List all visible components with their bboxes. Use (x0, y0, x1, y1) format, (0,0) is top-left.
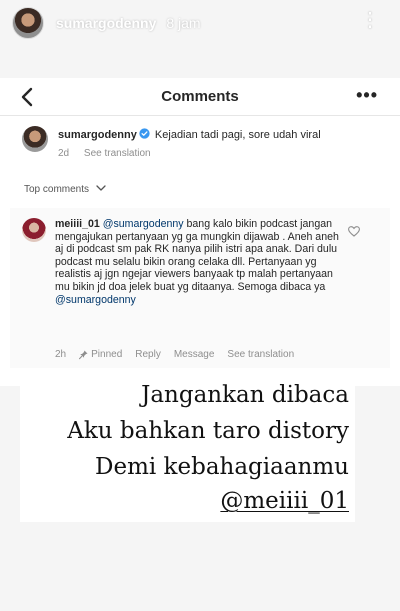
message-button[interactable]: Message (174, 349, 215, 360)
comment-username[interactable]: meiiii_01 (55, 218, 100, 230)
story-more-icon[interactable]: ⋮ (360, 10, 380, 30)
post-caption: sumargodenny Kejadian tadi pagi, sore ud… (22, 126, 382, 170)
avatar[interactable] (22, 126, 48, 152)
caption-meta: 2d See translation (58, 148, 163, 159)
heart-outline-icon[interactable] (348, 226, 360, 237)
ellipsis-icon[interactable]: ••• (356, 85, 378, 106)
avatar[interactable] (22, 218, 46, 242)
comment-meta: 2h Pinned Reply Message See translation (55, 349, 307, 360)
overlay-line-2: Aku bahkan taro distory (67, 418, 349, 444)
see-translation-link[interactable]: See translation (84, 148, 151, 159)
comment-age: 2h (55, 349, 67, 360)
overlay-mention[interactable]: @meiiii_01 (220, 488, 349, 514)
verified-badge-icon (139, 128, 150, 139)
caption-age: 2d (58, 148, 70, 159)
reply-button[interactable]: Reply (135, 349, 161, 360)
caption-username[interactable]: sumargodenny (58, 129, 137, 141)
story-header: sumargodenny 8 jam ⋮ (0, 0, 400, 46)
caption-text-row: sumargodenny Kejadian tadi pagi, sore ud… (58, 128, 378, 142)
comment-mention[interactable]: @sumargodenny (103, 218, 184, 230)
caption-text: Kejadian tadi pagi, sore udah viral (154, 129, 321, 141)
comment-mention-end[interactable]: @sumargodenny (55, 294, 136, 306)
comments-screenshot: Comments ••• sumargodenny Kejadian tadi … (0, 78, 400, 386)
pinned-label: Pinned (91, 349, 123, 360)
pin-icon (79, 350, 88, 359)
pinned-comment: meiiii_01 @sumargodenny bang kalo bikin … (10, 208, 390, 368)
story-text-overlay: Jangankan dibaca Aku bahkan taro distory… (20, 380, 355, 522)
page-title: Comments (161, 88, 239, 105)
top-comments-filter[interactable]: Top comments (24, 184, 106, 195)
story-time: 8 jam (166, 15, 201, 31)
top-comments-label: Top comments (24, 184, 90, 195)
chevron-down-icon (96, 185, 106, 191)
see-translation-link[interactable]: See translation (227, 349, 294, 360)
comments-header: Comments ••• (0, 78, 400, 116)
story-username[interactable]: sumargodenny (56, 15, 156, 31)
story-avatar[interactable] (12, 7, 44, 39)
overlay-line-3: Demi kebahagiaanmu (95, 454, 349, 480)
comment-text: meiiii_01 @sumargodenny bang kalo bikin … (55, 218, 345, 306)
overlay-line-1: Jangankan dibaca (141, 382, 349, 408)
